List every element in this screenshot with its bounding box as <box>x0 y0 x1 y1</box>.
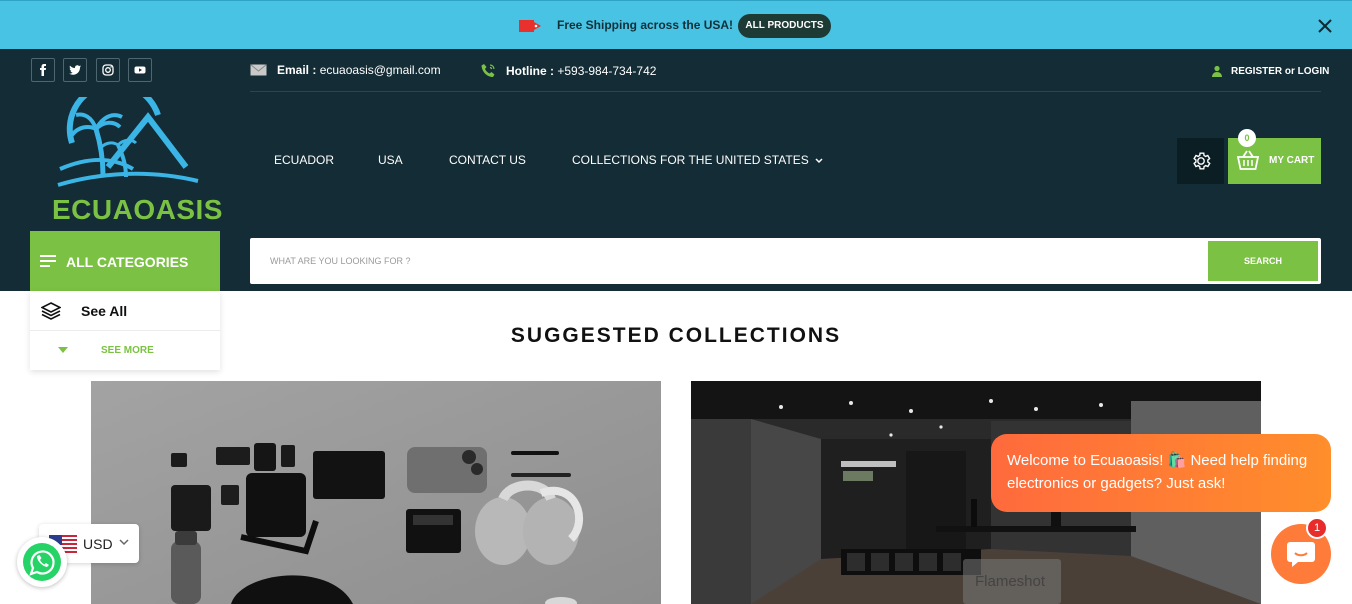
chat-welcome-message[interactable]: Welcome to Ecuaoasis! 🛍️ Need help findi… <box>991 434 1331 512</box>
flameshot-overlay: Flameshot <box>963 559 1061 604</box>
hotline-value[interactable]: +593-984-734-742 <box>557 64 656 78</box>
instagram-icon[interactable] <box>96 58 120 82</box>
email-value[interactable]: ecuaoasis@gmail.com <box>320 63 441 77</box>
currency-code: USD <box>83 536 113 552</box>
nav-collections-label: COLLECTIONS FOR THE UNITED STATES <box>572 153 809 167</box>
email-label: Email : <box>277 63 317 77</box>
mail-icon <box>250 64 267 76</box>
search-input[interactable] <box>250 238 1200 284</box>
all-products-button[interactable]: ALL PRODUCTS <box>738 14 831 38</box>
chevron-down-icon <box>119 539 129 546</box>
shipping-tag-icon <box>519 20 541 32</box>
cart-button[interactable]: 0 MY CART <box>1228 129 1321 184</box>
search-button[interactable]: SEARCH <box>1208 241 1318 281</box>
whatsapp-icon <box>23 543 61 581</box>
cart-count-badge: 0 <box>1238 129 1256 147</box>
youtube-icon[interactable] <box>128 58 152 82</box>
hotline-label: Hotline : <box>506 64 554 78</box>
settings-button[interactable] <box>1177 138 1224 184</box>
logo-text: ECUAOASIS <box>52 194 223 225</box>
header-divider <box>250 91 1321 92</box>
all-categories-label: ALL CATEGORIES <box>66 254 189 270</box>
register-login-link[interactable]: REGISTER or LOGIN <box>1211 65 1329 77</box>
layers-icon <box>41 302 61 320</box>
nav-contact-us[interactable]: CONTACT US <box>449 153 526 167</box>
facebook-icon[interactable] <box>31 58 55 82</box>
section-title: SUGGESTED COLLECTIONS <box>510 324 842 347</box>
chat-icon <box>1287 542 1315 567</box>
register-login-label: REGISTER or LOGIN <box>1231 65 1330 77</box>
user-icon <box>1212 65 1222 77</box>
gadgets-image <box>91 381 661 604</box>
collection-card-gadgets[interactable] <box>91 381 661 604</box>
search-bar: SEARCH <box>250 238 1321 284</box>
phone-icon <box>481 64 495 77</box>
close-icon[interactable] <box>1316 17 1334 35</box>
chat-unread-badge: 1 <box>1306 517 1328 539</box>
nav-collections-usa[interactable]: COLLECTIONS FOR THE UNITED STATES <box>572 153 823 167</box>
announcement-bar: Free Shipping across the USA! ALL PRODUC… <box>0 0 1352 49</box>
see-all-label: See All <box>81 303 128 319</box>
twitter-icon[interactable] <box>63 58 87 82</box>
menu-lines-icon <box>40 255 56 267</box>
all-categories-button[interactable]: ALL CATEGORIES <box>30 231 220 291</box>
gear-icon <box>1192 152 1211 170</box>
site-header: Email : ecuaoasis@gmail.com Hotline : +5… <box>0 49 1352 291</box>
cart-label: MY CART <box>1269 155 1315 166</box>
nav-ecuador[interactable]: ECUADOR <box>274 153 334 167</box>
whatsapp-button[interactable] <box>17 537 67 587</box>
hotline-contact: Hotline : +593-984-734-742 <box>480 63 656 79</box>
email-contact: Email : ecuaoasis@gmail.com <box>250 63 441 77</box>
announcement-text: Free Shipping across the USA! <box>557 18 734 32</box>
nav-usa[interactable]: USA <box>378 153 403 167</box>
basket-icon <box>1236 150 1260 170</box>
chevron-down-icon <box>815 158 823 163</box>
